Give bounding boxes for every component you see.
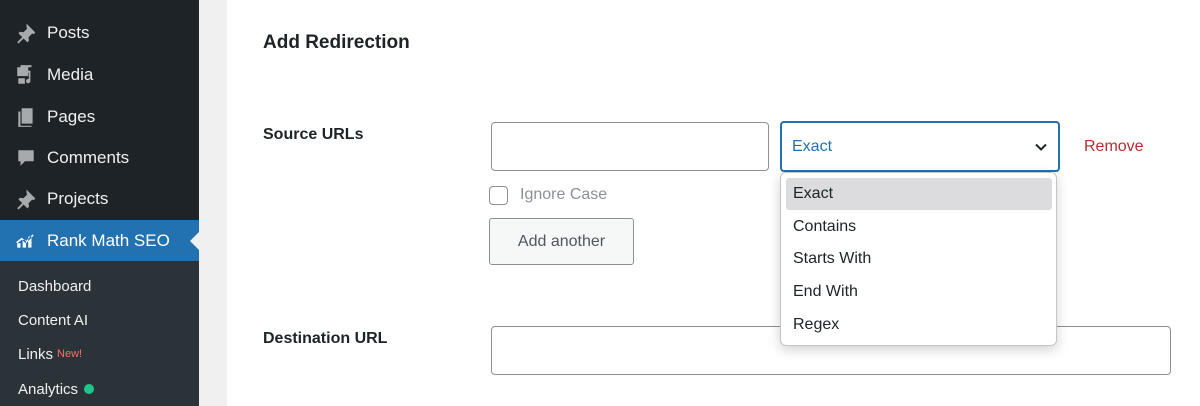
sidebar-item-label: Pages	[47, 106, 96, 126]
submenu-item-dashboard[interactable]: Dashboard	[18, 276, 91, 296]
submenu-item-links[interactable]: Links New!	[18, 344, 82, 364]
match-type-option-regex[interactable]: Regex	[786, 309, 1052, 341]
comment-icon	[14, 146, 38, 170]
remove-link[interactable]: Remove	[1084, 138, 1144, 156]
active-indicator	[190, 232, 199, 250]
sidebar-item-label: Media	[47, 64, 94, 84]
submenu-item-label: Links	[18, 345, 54, 363]
match-type-select[interactable]: Exact	[780, 121, 1060, 172]
submenu-item-label: Analytics	[18, 380, 79, 398]
sidebar-item-pages[interactable]: Pages	[0, 96, 199, 137]
pin-icon	[14, 187, 38, 211]
chevron-down-icon	[1035, 143, 1047, 151]
submenu-item-label: Dashboard	[18, 277, 92, 295]
submenu-item-label: Content AI	[18, 311, 89, 329]
sidebar-item-media[interactable]: Media	[0, 54, 199, 95]
rank-math-icon	[14, 229, 38, 253]
sidebar-item-label: Comments	[47, 147, 130, 167]
media-icon	[14, 63, 38, 87]
new-badge: New!	[57, 348, 83, 360]
sidebar-item-label: Posts	[47, 22, 90, 42]
sidebar-item-posts[interactable]: Posts	[0, 12, 199, 53]
match-type-option-contains[interactable]: Contains	[786, 211, 1052, 243]
submenu-item-analytics[interactable]: Analytics	[18, 379, 95, 399]
match-type-option-starts-with[interactable]: Starts With	[786, 243, 1052, 275]
status-dot-icon	[84, 384, 95, 394]
sidebar-item-label: Projects	[47, 188, 109, 208]
sidebar-item-comments[interactable]: Comments	[0, 137, 199, 178]
sidebar-item-rank-math-seo[interactable]: Rank Math SEO	[0, 220, 199, 261]
match-type-dropdown: Exact Contains Starts With End With Rege…	[780, 172, 1057, 346]
ignore-case-checkbox[interactable]	[489, 186, 508, 205]
ignore-case-label[interactable]: Ignore Case	[520, 186, 607, 204]
destination-url-label: Destination URL	[263, 330, 388, 347]
sidebar-item-label: Rank Math SEO	[47, 230, 170, 250]
pages-icon	[14, 105, 38, 129]
pin-icon	[14, 21, 38, 45]
match-type-option-end-with[interactable]: End With	[786, 276, 1052, 308]
match-type-option-exact[interactable]: Exact	[786, 178, 1052, 210]
add-another-button[interactable]: Add another	[489, 218, 634, 265]
redirection-panel: Add Redirection Source URLs Exact Remove…	[227, 0, 1200, 406]
source-urls-label: Source URLs	[263, 126, 364, 143]
match-type-selected: Exact	[792, 137, 833, 155]
sidebar-item-projects[interactable]: Projects	[0, 178, 199, 219]
page-title: Add Redirection	[263, 32, 410, 53]
admin-sidebar: Posts Media Pages Comments Projects Rank…	[0, 0, 199, 406]
submenu-item-content-ai[interactable]: Content AI	[18, 310, 88, 330]
source-url-input[interactable]	[491, 122, 769, 171]
rank-math-submenu: Dashboard Content AI Links New! Analytic…	[0, 261, 199, 406]
